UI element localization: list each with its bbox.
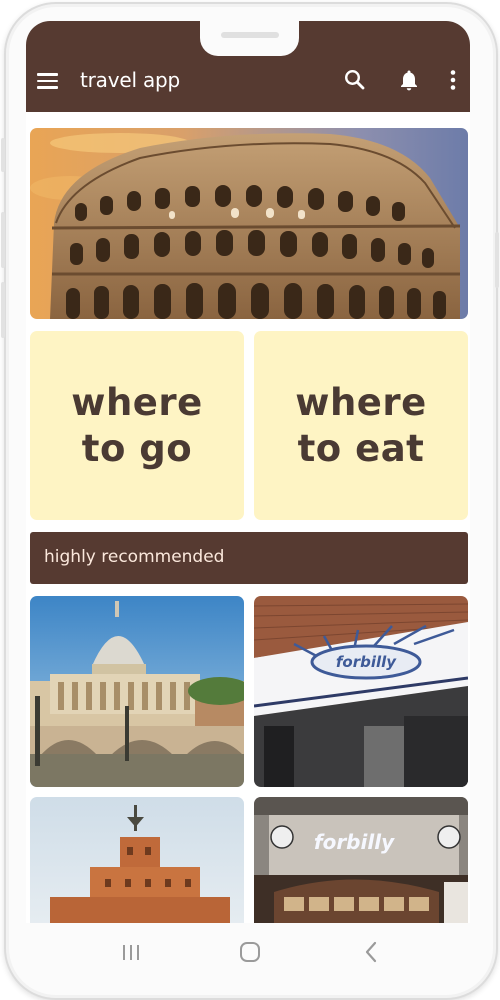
- recommended-st-peters-image[interactable]: [30, 596, 244, 787]
- recommended-shop-image[interactable]: forbilly: [254, 797, 468, 923]
- home-icon[interactable]: [236, 938, 264, 966]
- app-bar: travel app: [26, 21, 470, 112]
- section-header: highly recommended: [30, 532, 468, 584]
- where-to-go-line1: where: [71, 380, 203, 424]
- power-button: [495, 232, 499, 288]
- system-nav-bar: [26, 923, 470, 981]
- app-screen: travel app where to go where to eat high…: [26, 21, 470, 923]
- where-to-go-line2: to go: [81, 426, 193, 470]
- where-to-go-label: where to go: [71, 380, 202, 472]
- speaker-grille: [221, 32, 279, 38]
- section-title: highly recommended: [44, 547, 225, 567]
- camera-notch: [200, 21, 299, 56]
- where-to-eat-label: where to eat: [295, 380, 426, 472]
- more-vertical-icon[interactable]: [444, 67, 462, 93]
- hamburger-menu-icon[interactable]: [36, 71, 60, 91]
- volume-button: [1, 282, 5, 338]
- banner-colosseum-image[interactable]: [30, 128, 468, 319]
- recommended-restaurant-image[interactable]: forbilly: [254, 596, 468, 787]
- where-to-go-card[interactable]: where to go: [30, 331, 244, 520]
- bell-icon[interactable]: [396, 67, 422, 93]
- back-icon[interactable]: [357, 938, 385, 966]
- svg-text:forbilly: forbilly: [336, 653, 397, 671]
- recents-icon[interactable]: [117, 938, 145, 966]
- recommended-castle-image[interactable]: [30, 797, 244, 923]
- app-title: travel app: [80, 68, 181, 92]
- where-to-eat-card[interactable]: where to eat: [254, 331, 468, 520]
- volume-button: [1, 212, 5, 268]
- where-to-eat-line1: where: [295, 380, 427, 424]
- search-icon[interactable]: [342, 67, 368, 93]
- where-to-eat-line2: to eat: [297, 426, 425, 470]
- volume-button: [1, 138, 5, 172]
- svg-text:forbilly: forbilly: [314, 830, 395, 854]
